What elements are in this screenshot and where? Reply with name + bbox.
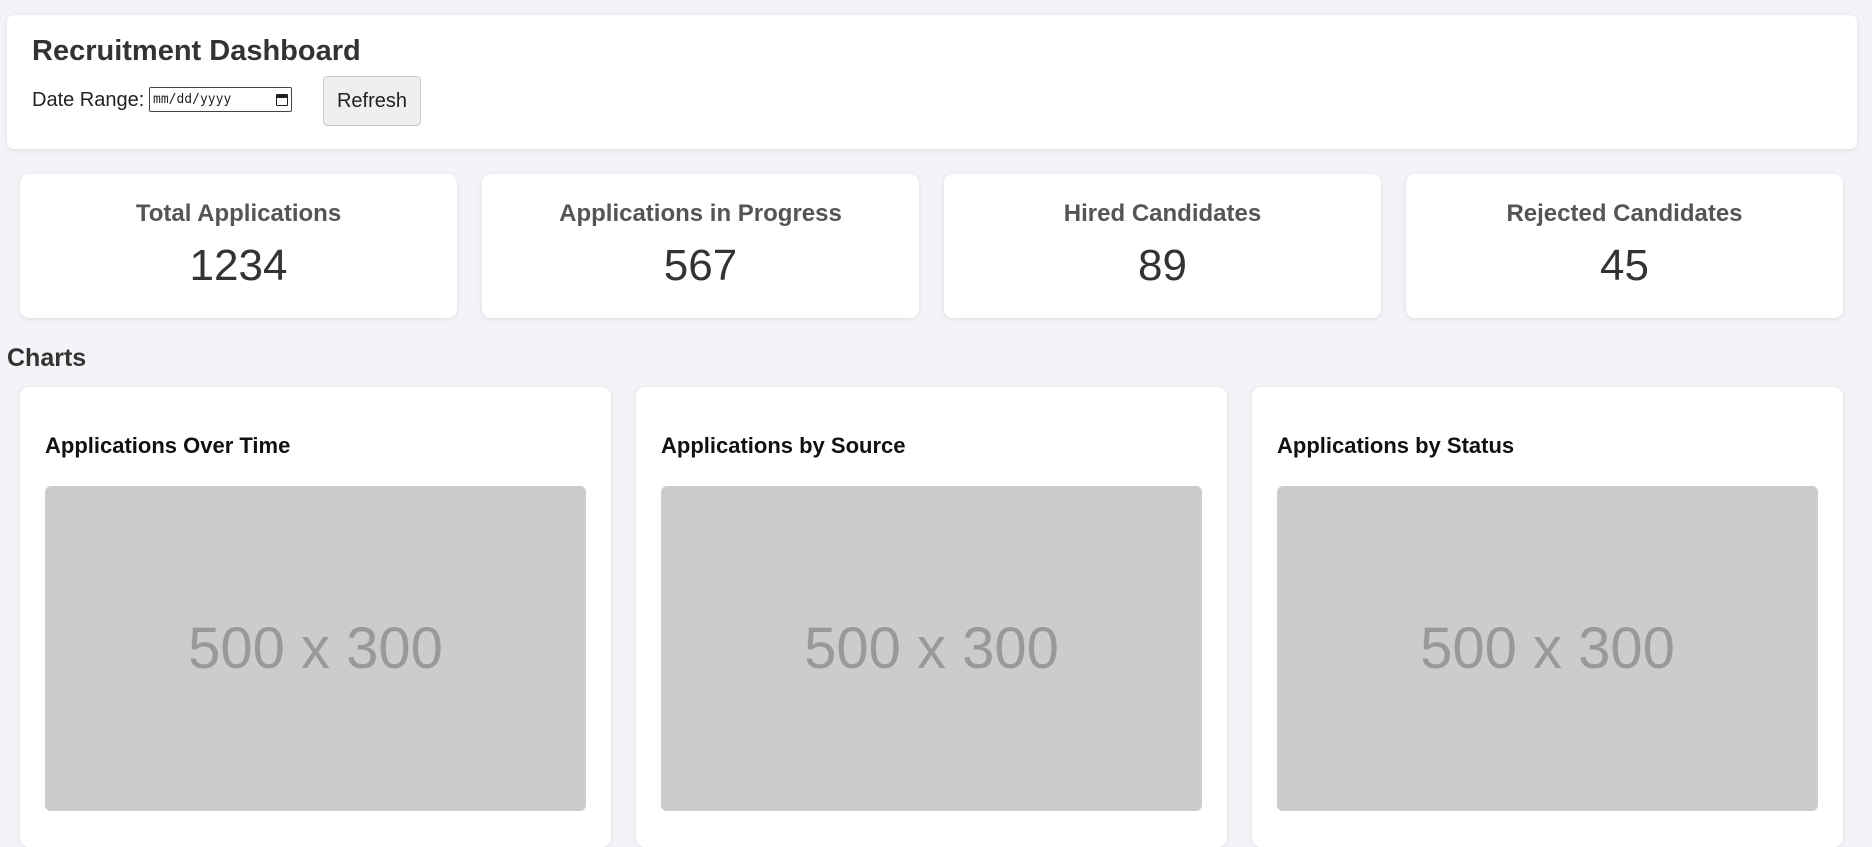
metric-card-total-applications: Total Applications 1234 — [20, 174, 457, 318]
metric-value: 45 — [1600, 241, 1649, 290]
chart-placeholder-image: 500 x 300 — [661, 486, 1202, 811]
metric-card-rejected-candidates: Rejected Candidates 45 — [1406, 174, 1843, 318]
metric-value: 567 — [663, 241, 738, 290]
charts-heading: Charts — [7, 344, 87, 372]
metric-card-applications-in-progress: Applications in Progress 567 — [482, 174, 919, 318]
calendar-icon[interactable] — [276, 93, 288, 106]
refresh-button[interactable]: Refresh — [323, 76, 421, 126]
date-range-label: Date Range: — [32, 89, 145, 111]
metric-card-hired-candidates: Hired Candidates 89 — [944, 174, 1381, 318]
metric-value: 89 — [1138, 241, 1187, 290]
charts-row: Applications Over Time 500 x 300 Applica… — [20, 387, 1845, 847]
date-range-input[interactable]: mm/dd/yyyy — [149, 87, 292, 112]
metric-label: Rejected Candidates — [1506, 200, 1743, 227]
page-title: Recruitment Dashboard — [32, 35, 361, 67]
metric-value: 1234 — [189, 241, 288, 290]
chart-placeholder-image: 500 x 300 — [45, 486, 586, 811]
metrics-row: Total Applications 1234 Applications in … — [20, 174, 1845, 318]
chart-title: Applications by Status — [1277, 433, 1515, 458]
dashboard-header: Recruitment Dashboard Date Range: mm/dd/… — [7, 15, 1857, 149]
metric-label: Applications in Progress — [559, 200, 842, 227]
metric-label: Hired Candidates — [1063, 200, 1262, 227]
chart-title: Applications by Source — [661, 433, 906, 458]
chart-card-applications-by-source: Applications by Source 500 x 300 — [636, 387, 1227, 847]
metric-label: Total Applications — [135, 200, 342, 227]
chart-placeholder-image: 500 x 300 — [1277, 486, 1818, 811]
chart-card-applications-over-time: Applications Over Time 500 x 300 — [20, 387, 611, 847]
chart-title: Applications Over Time — [45, 433, 291, 458]
chart-card-applications-by-status: Applications by Status 500 x 300 — [1252, 387, 1843, 847]
date-input-placeholder: mm/dd/yyyy — [153, 92, 232, 107]
